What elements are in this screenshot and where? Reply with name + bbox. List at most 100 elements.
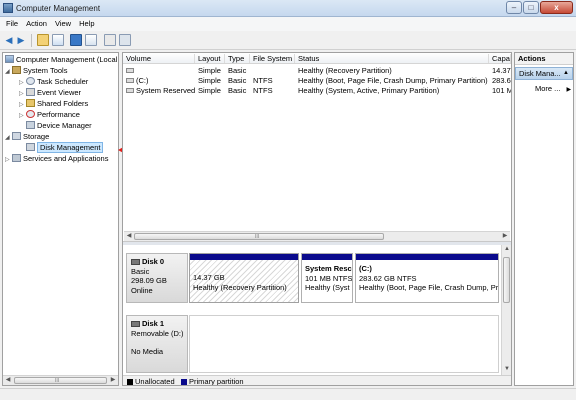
- file-system-cell: NTFS: [253, 86, 273, 95]
- status-bar: [0, 388, 576, 400]
- tree-item-task-scheduler[interactable]: ▷ Task Scheduler: [19, 77, 88, 87]
- capacity-cell: 14.37: [492, 66, 511, 75]
- more-actions-item[interactable]: More ... ▶: [535, 84, 571, 95]
- services-icon: [12, 154, 21, 162]
- column-header-capacity[interactable]: Capac: [489, 54, 511, 63]
- tree-item-services[interactable]: ▷ Services and Applications: [5, 154, 108, 164]
- tree-item-shared-folders[interactable]: ▷ Shared Folders: [19, 99, 88, 109]
- tree-item-disk-management[interactable]: Disk Management: [26, 142, 104, 153]
- disk-icon: [131, 321, 140, 327]
- status-cell: Healthy (System, Active, Primary Partiti…: [298, 86, 440, 95]
- volume-cell: (C:): [123, 76, 195, 86]
- tree-item-performance[interactable]: ▷ Performance: [19, 110, 80, 120]
- up-folder-icon[interactable]: [37, 34, 49, 46]
- tree-item-event-viewer[interactable]: ▷ Event Viewer: [19, 88, 81, 98]
- column-header-file-system[interactable]: File System: [250, 54, 295, 63]
- action-pane-icon[interactable]: [85, 34, 97, 46]
- submenu-arrow-icon: ▶: [566, 87, 572, 93]
- menu-view[interactable]: View: [51, 17, 75, 30]
- type-cell: Basic: [228, 66, 247, 75]
- scroll-right-arrow-icon[interactable]: ▶: [500, 232, 510, 241]
- table-row[interactable]: System Reserved Simple Basic NTFS Health…: [123, 86, 511, 96]
- shared-folder-icon: [26, 99, 35, 107]
- title-bar: Computer Management – □ x: [0, 0, 576, 17]
- collapsed-arrow-icon[interactable]: ▷: [5, 155, 12, 165]
- scroll-left-arrow-icon[interactable]: ◀: [3, 376, 13, 385]
- status-cell: Healthy (Boot, Page File, Crash Dump, Pr…: [298, 76, 488, 85]
- column-header-type[interactable]: Type: [225, 54, 250, 63]
- partition-bar: [356, 254, 498, 260]
- scroll-down-arrow-icon[interactable]: ▼: [502, 365, 511, 374]
- menu-file[interactable]: File: [2, 17, 22, 30]
- disk-0-label[interactable]: Disk 0 Basic 298.09 GB Online: [126, 253, 188, 303]
- partition-legend: Unallocated Primary partition: [123, 375, 511, 385]
- partition-bar: [190, 254, 298, 260]
- maximize-button[interactable]: □: [523, 1, 539, 14]
- type-cell: Basic: [228, 86, 247, 95]
- partition-c-drive[interactable]: (C:) 283.62 GB NTFS Healthy (Boot, Page …: [355, 253, 499, 303]
- disk-1-label[interactable]: Disk 1 Removable (D:) No Media: [126, 315, 188, 373]
- volume-icon: [126, 78, 134, 83]
- scroll-up-arrow-icon[interactable]: ▲: [502, 245, 511, 254]
- actions-panel: Actions Disk Mana... ▲ More ... ▶: [514, 52, 574, 386]
- layout-cell: Simple: [198, 66, 221, 75]
- back-arrow-icon[interactable]: ◀: [4, 34, 14, 46]
- expanded-arrow-icon[interactable]: ◢: [5, 133, 12, 143]
- volume-list-header: Volume Layout Type File System Status Ca…: [123, 53, 511, 64]
- help-icon[interactable]: [70, 34, 82, 46]
- collapsed-arrow-icon[interactable]: ▷: [19, 89, 26, 99]
- layout-cell: Simple: [198, 76, 221, 85]
- tree-horizontal-scrollbar[interactable]: ◀ III ▶: [3, 375, 118, 385]
- partition-recovery[interactable]: 14.37 GB Healthy (Recovery Partition): [189, 253, 299, 303]
- toolbar: ◀ ▶: [0, 31, 576, 50]
- scroll-right-arrow-icon[interactable]: ▶: [108, 376, 118, 385]
- collapse-caret-icon[interactable]: ▲: [563, 68, 569, 79]
- actions-section-disk-management[interactable]: Disk Mana... ▲: [515, 67, 573, 80]
- device-manager-icon: [26, 121, 35, 129]
- event-log-icon: [26, 88, 35, 96]
- menu-action[interactable]: Action: [22, 17, 51, 30]
- forward-arrow-icon[interactable]: ▶: [16, 34, 26, 46]
- file-system-cell: NTFS: [253, 76, 273, 85]
- disk-graphical-view: Disk 0 Basic 298.09 GB Online 14.37 GB H…: [123, 245, 501, 375]
- close-button[interactable]: x: [540, 1, 573, 14]
- window-title: Computer Management: [16, 4, 101, 13]
- scrollbar-thumb[interactable]: III: [14, 377, 107, 384]
- menu-help[interactable]: Help: [75, 17, 98, 30]
- type-cell: Basic: [228, 76, 247, 85]
- collapsed-arrow-icon[interactable]: ▷: [19, 100, 26, 110]
- show-hide-tree-icon[interactable]: [52, 34, 64, 46]
- layout-cell: Simple: [198, 86, 221, 95]
- capacity-cell: 101 M: [492, 86, 511, 95]
- unallocated-swatch: [127, 379, 133, 385]
- clock-icon: [26, 77, 35, 85]
- refresh-icon[interactable]: [104, 34, 116, 46]
- partition-system-reserved[interactable]: System Resc 101 MB NTFS Healthy (Syst: [301, 253, 353, 303]
- minimize-button[interactable]: –: [506, 1, 522, 14]
- tree-item-storage[interactable]: ◢ Storage: [5, 132, 49, 142]
- menu-bar: File Action View Help: [0, 17, 576, 31]
- table-row[interactable]: Simple Basic Healthy (Recovery Partition…: [123, 66, 511, 76]
- tree-item-device-manager[interactable]: Device Manager: [26, 121, 92, 131]
- toolbar-separator: [31, 34, 32, 47]
- toolbox-icon: [12, 66, 21, 74]
- collapsed-arrow-icon[interactable]: ▷: [19, 111, 26, 121]
- scroll-left-arrow-icon[interactable]: ◀: [124, 232, 134, 241]
- scrollbar-thumb[interactable]: III: [134, 233, 384, 240]
- disk-view-vertical-scrollbar[interactable]: ▲ ▼: [501, 245, 511, 375]
- volume-list-horizontal-scrollbar[interactable]: ◀ III ▶: [124, 231, 510, 241]
- properties-icon[interactable]: [119, 34, 131, 46]
- column-header-status[interactable]: Status: [295, 54, 489, 63]
- expanded-arrow-icon[interactable]: ◢: [5, 67, 12, 77]
- collapsed-arrow-icon[interactable]: ▷: [19, 78, 26, 88]
- scrollbar-thumb[interactable]: [503, 257, 510, 303]
- storage-icon: [12, 132, 21, 140]
- table-row[interactable]: (C:) Simple Basic NTFS Healthy (Boot, Pa…: [123, 76, 511, 86]
- disk-1-no-media-area: [189, 315, 499, 373]
- column-header-volume[interactable]: Volume: [123, 54, 195, 63]
- file-system-cell: [250, 66, 295, 76]
- column-header-layout[interactable]: Layout: [195, 54, 225, 63]
- tree-item-system-tools[interactable]: ◢ System Tools: [5, 66, 67, 76]
- volume-icon: [126, 88, 134, 93]
- tree-item-root[interactable]: Computer Management (Local: [5, 55, 117, 65]
